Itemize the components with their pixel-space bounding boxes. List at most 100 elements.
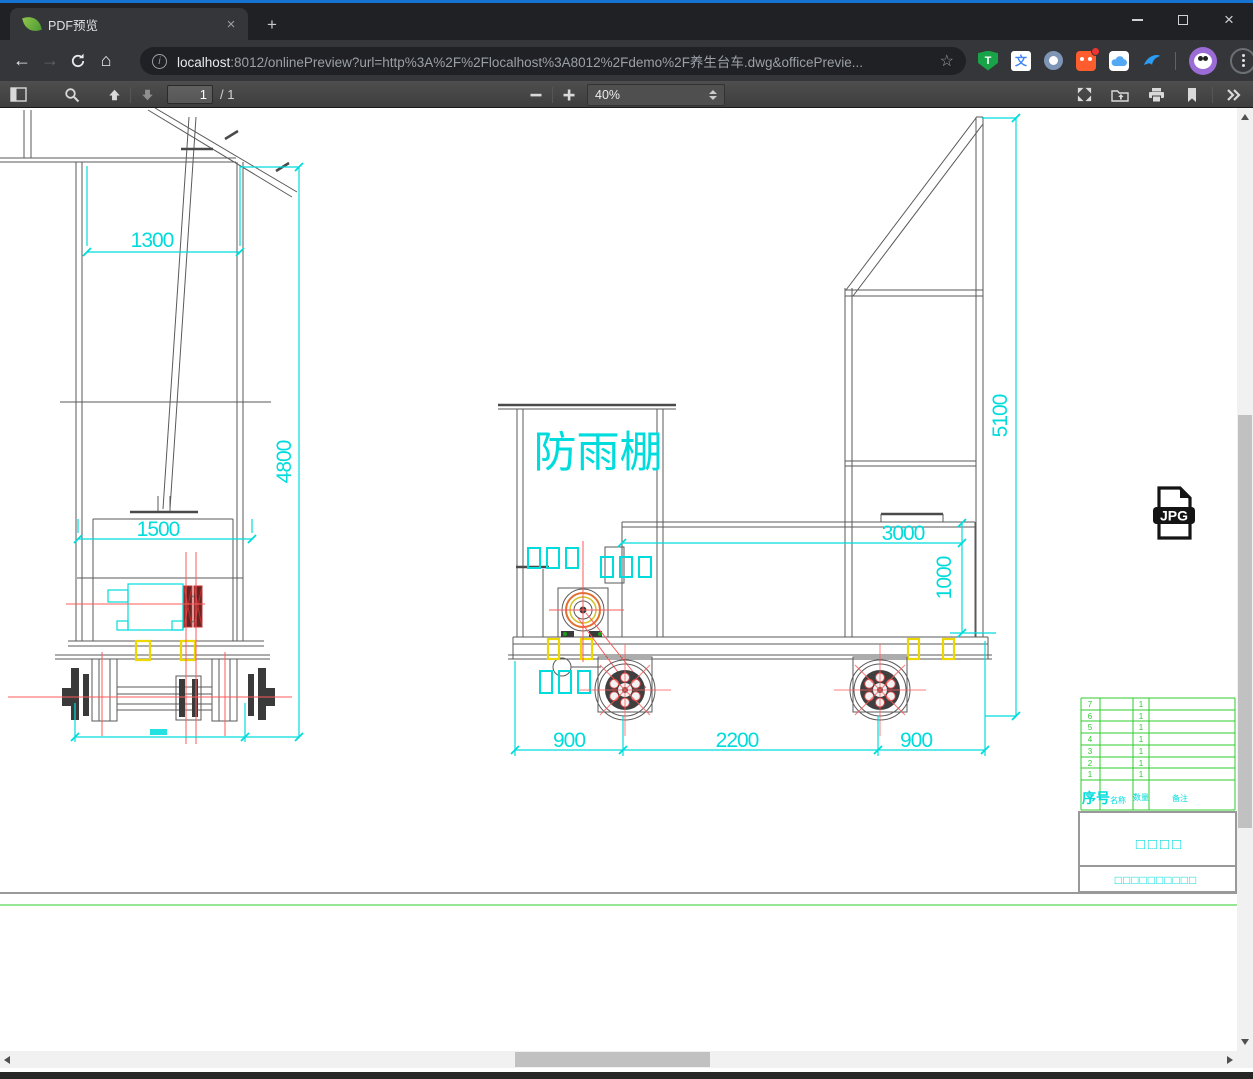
scroll-right-arrow-icon[interactable]: [1227, 1056, 1233, 1064]
arrow-up-icon: [108, 89, 120, 100]
dim-front-total-height: 4800: [273, 440, 296, 483]
yellow-mount-left: [134, 639, 152, 662]
robot-extension-icon[interactable]: [1076, 46, 1100, 71]
bird-extension-icon[interactable]: [1142, 51, 1162, 71]
row-no: 3: [1088, 747, 1093, 756]
ring-extension-icon[interactable]: [1044, 51, 1063, 70]
canopy-label: 防雨棚: [534, 429, 663, 477]
back-button[interactable]: ←: [8, 47, 36, 75]
home-button[interactable]: ⌂: [92, 47, 120, 75]
panda-face-icon: [1194, 52, 1212, 69]
forward-button[interactable]: →: [36, 47, 64, 75]
row-qty: 1: [1139, 747, 1144, 756]
yellow-mount-right: [179, 639, 197, 662]
jpg-label: JPG: [1160, 508, 1188, 524]
dim-front-cabin-width: 1500: [137, 518, 180, 541]
toolbar-separator: [1175, 51, 1176, 70]
printer-icon: [1148, 87, 1164, 102]
window-bottom-edge: [0, 1072, 1253, 1079]
vertical-scrollbar[interactable]: [1237, 108, 1253, 1051]
open-file-button[interactable]: [1108, 83, 1132, 107]
fullscreen-icon: [1077, 87, 1091, 102]
dim-wheelbase: 2200: [716, 729, 759, 752]
tab-strip: PDF预览 × + ×: [0, 3, 1253, 40]
spring-leaf-favicon-icon: [22, 14, 42, 34]
wheel-right: [834, 644, 926, 736]
minimize-icon: [1131, 19, 1143, 21]
robot-eyes: [1080, 56, 1084, 61]
browser-tab[interactable]: PDF预览 ×: [10, 8, 248, 40]
zoom-level-select[interactable]: 40%: [587, 83, 725, 106]
reload-button[interactable]: [64, 47, 92, 75]
scroll-up-arrow-icon[interactable]: [1241, 114, 1249, 120]
row-qty: 1: [1139, 723, 1144, 732]
secondary-toolbar-toggle[interactable]: [1221, 83, 1245, 107]
horizontal-scrollbar[interactable]: [0, 1051, 1237, 1068]
bookmark-star-icon[interactable]: ☆: [940, 51, 954, 71]
select-spinner-icon: [709, 89, 717, 100]
drawing-title-placeholder: □□□□: [1136, 836, 1184, 853]
translate-extension-icon[interactable]: 文: [1011, 50, 1031, 71]
next-page-button[interactable]: [135, 83, 159, 107]
zoom-in-button[interactable]: [557, 83, 581, 107]
browser-menu-button[interactable]: [1230, 47, 1253, 74]
plus-icon: [563, 89, 575, 100]
header-no: 序号: [1082, 790, 1110, 806]
row-no: 6: [1088, 712, 1093, 721]
pdf-page-canvas: 1300 4800 1500 防雨棚 3000 1000 5100 900 22…: [0, 108, 1253, 1051]
header-name: 名称: [1110, 795, 1126, 805]
tab-close-icon[interactable]: ×: [222, 16, 240, 33]
header-qty: 数量: [1133, 792, 1149, 802]
minus-icon: [530, 93, 542, 96]
export-jpg-button[interactable]: JPG: [1149, 486, 1199, 540]
search-button[interactable]: [60, 83, 84, 107]
tampermonkey-extension-icon[interactable]: T: [978, 50, 998, 71]
site-info-icon[interactable]: i: [152, 53, 167, 69]
row-qty: 1: [1139, 712, 1144, 721]
reload-icon: [71, 53, 85, 67]
new-tab-button[interactable]: +: [260, 13, 284, 37]
cloud-extension-icon[interactable]: [1109, 50, 1129, 71]
zoom-level-value: 40%: [595, 87, 621, 102]
row-no: 2: [1088, 759, 1093, 768]
dim-axle-left: 900: [553, 729, 585, 752]
row-no: 5: [1088, 723, 1093, 732]
bookmark-button[interactable]: [1180, 83, 1204, 107]
row-qty: 1: [1139, 770, 1144, 779]
url-bar[interactable]: i localhost:8012/onlinePreview?url=http%…: [140, 47, 966, 75]
search-icon: [65, 87, 80, 102]
horizontal-scrollbar-thumb[interactable]: [515, 1052, 710, 1067]
scrollbar-corner: [1237, 1051, 1253, 1068]
bird-icon: [1144, 54, 1160, 65]
print-button[interactable]: [1144, 83, 1168, 107]
url-host: localhost: [177, 55, 231, 70]
dim-tank-height: 1000: [933, 556, 956, 599]
page-number-input[interactable]: [167, 85, 213, 104]
side-view: 防雨棚: [498, 116, 992, 736]
presentation-mode-button[interactable]: [1072, 83, 1096, 107]
profile-avatar[interactable]: [1189, 46, 1217, 75]
window-minimize-button[interactable]: [1114, 3, 1160, 37]
scroll-down-arrow-icon[interactable]: [1241, 1039, 1249, 1045]
previous-page-button[interactable]: [102, 83, 126, 107]
dim-tank-width: 3000: [882, 522, 925, 545]
cad-drawing: 1300 4800 1500 防雨棚 3000 1000 5100 900 22…: [0, 108, 1237, 906]
url-text[interactable]: localhost:8012/onlinePreview?url=http%3A…: [177, 51, 932, 71]
window-close-button[interactable]: ×: [1206, 3, 1252, 37]
front-view: [0, 108, 298, 744]
scroll-left-arrow-icon[interactable]: [4, 1056, 10, 1064]
three-dots-icon: [1241, 59, 1245, 62]
row-qty: 1: [1139, 700, 1144, 709]
notification-badge: [1091, 46, 1100, 56]
header-note: 备注: [1172, 793, 1188, 803]
window-maximize-button[interactable]: [1160, 3, 1206, 37]
row-no: 4: [1088, 735, 1093, 744]
motor-front: [107, 583, 203, 631]
vertical-scrollbar-thumb[interactable]: [1238, 415, 1252, 828]
browser-window: PDF预览 × + × ← → ⌂ i localhost:8012/onlin…: [0, 0, 1253, 1079]
drawing-footer-placeholder: □□□□□□□□□□: [1115, 873, 1197, 887]
sidebar-toggle-button[interactable]: [6, 83, 30, 107]
zoom-out-button[interactable]: [524, 83, 548, 107]
page-count-label: / 1: [220, 87, 235, 102]
cloud-icon: [1111, 55, 1127, 66]
